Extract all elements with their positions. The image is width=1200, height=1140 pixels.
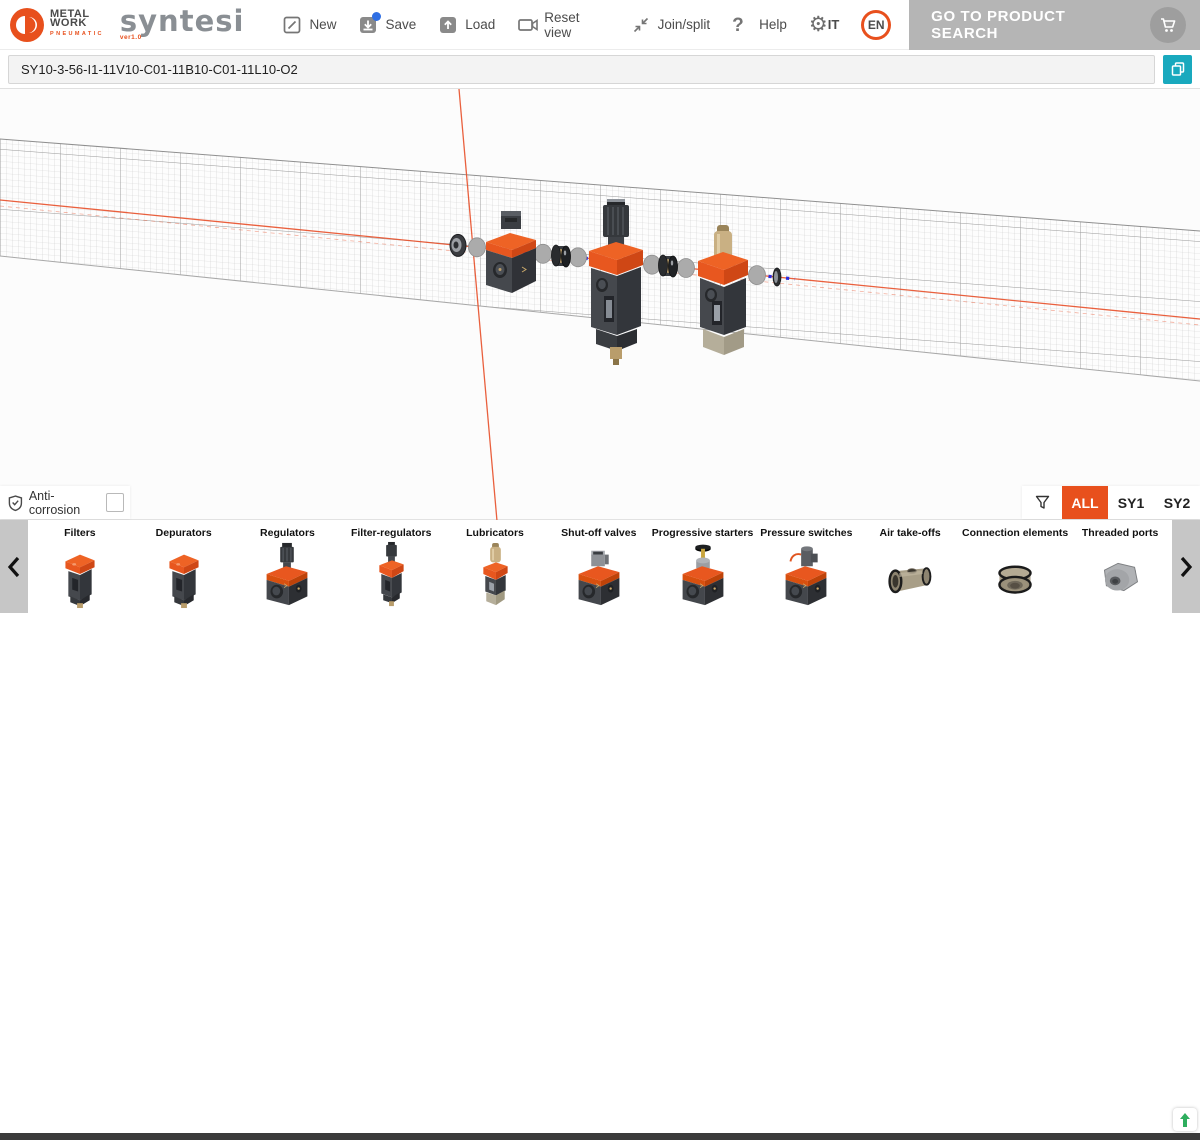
carousel-item-air-take-offs[interactable]: Air take-offs — [858, 520, 962, 613]
cart-icon — [1150, 7, 1186, 43]
regulator-product-image — [253, 540, 321, 610]
anti-corrosion-checkbox[interactable] — [106, 493, 124, 512]
carousel-item-label: Pressure switches — [760, 527, 852, 539]
load-button[interactable]: Load — [438, 15, 495, 35]
gear-icon: ⚙ — [809, 15, 828, 35]
viewport-3d[interactable]: Anti-corrosion ALL SY1 SY2 — [0, 88, 1200, 520]
go-to-product-search-button[interactable]: GO TO PRODUCT SEARCH — [909, 0, 1200, 50]
threaded-port-product-image — [1086, 540, 1154, 610]
anti-corrosion-label: Anti-corrosion — [29, 489, 100, 517]
filter-regulator-product-image — [357, 540, 425, 610]
new-label: New — [309, 17, 336, 32]
carousel-item-depurators[interactable]: Depurators — [132, 520, 236, 613]
carousel-item-label: Threaded ports — [1082, 527, 1158, 539]
help-button[interactable]: ? Help — [732, 15, 787, 35]
load-label: Load — [465, 17, 495, 32]
clamp-3d-2[interactable] — [659, 255, 678, 277]
carousel-items: Filters Depurators Regulators Filter-reg… — [28, 520, 1172, 613]
help-label: Help — [759, 17, 787, 32]
tab-sy1[interactable]: SY1 — [1108, 486, 1154, 519]
brand-logo: METAL WORK PNEUMATIC syntesi ver1.0 — [0, 8, 244, 42]
shut-off-valve-product-image — [565, 540, 633, 610]
product-carousel: Filters Depurators Regulators Filter-reg… — [0, 520, 1200, 620]
go-to-product-search-label: GO TO PRODUCT SEARCH — [931, 8, 1136, 42]
funnel-icon — [1035, 495, 1050, 510]
carousel-prev-button[interactable] — [0, 520, 28, 613]
copy-icon — [1170, 61, 1186, 77]
save-label: Save — [385, 17, 416, 32]
bottom-bar — [0, 1133, 1200, 1140]
brand-sub: PNEUMATIC — [50, 30, 104, 39]
language-it-button[interactable]: IT — [828, 17, 840, 32]
carousel-next-button[interactable] — [1172, 520, 1200, 613]
filter-button[interactable] — [1022, 486, 1062, 519]
connection-element-product-image — [981, 540, 1049, 610]
carousel-item-connection-elements[interactable]: Connection elements — [962, 520, 1068, 613]
carousel-item-threaded-ports[interactable]: Threaded ports — [1068, 520, 1172, 613]
lubricator-product-image — [461, 540, 529, 610]
configuration-code-field[interactable]: SY10-3-56-I1-11V10-C01-11B10-C01-11L10-O… — [8, 55, 1155, 84]
progressive-starter-product-image — [669, 540, 737, 610]
shield-check-icon — [8, 494, 23, 512]
carousel-item-lubricators[interactable]: Lubricators — [443, 520, 547, 613]
clamp-3d[interactable] — [552, 245, 571, 267]
tab-all[interactable]: ALL — [1062, 486, 1108, 519]
action-toolbar: New Save Load — [282, 10, 827, 40]
metalwork-logo-icon — [10, 8, 44, 42]
brand-line2: WORK — [50, 19, 104, 28]
pressure-switch-product-image — [772, 540, 840, 610]
carousel-item-label: Air take-offs — [880, 527, 941, 539]
language-en-button[interactable]: EN — [861, 10, 891, 40]
anti-corrosion-panel: Anti-corrosion — [0, 486, 130, 519]
scroll-to-top-button[interactable] — [1173, 1108, 1197, 1131]
join-split-label: Join/split — [658, 17, 711, 32]
carousel-item-label: Filter-regulators — [351, 527, 432, 539]
chevron-right-icon — [1179, 556, 1193, 578]
carousel-item-filters[interactable]: Filters — [28, 520, 132, 613]
carousel-item-label: Shut-off valves — [561, 527, 636, 539]
carousel-item-label: Lubricators — [466, 527, 524, 539]
carousel-item-shut-off-valves[interactable]: Shut-off valves — [547, 520, 651, 613]
carousel-item-label: Regulators — [260, 527, 315, 539]
tab-sy2[interactable]: SY2 — [1154, 486, 1200, 519]
carousel-item-filter-regulators[interactable]: Filter-regulators — [339, 520, 443, 613]
chevron-left-icon — [7, 556, 21, 578]
reset-view-icon — [517, 15, 537, 35]
save-button[interactable]: Save — [358, 15, 416, 35]
series-filter-panel: ALL SY1 SY2 — [1022, 486, 1200, 519]
green-up-arrow-icon — [1179, 1113, 1191, 1127]
carousel-item-progressive-starters[interactable]: Progressive starters — [651, 520, 755, 613]
top-toolbar: METAL WORK PNEUMATIC syntesi ver1.0 New — [0, 0, 1200, 50]
carousel-item-regulators[interactable]: Regulators — [236, 520, 340, 613]
metalwork-wordmark: METAL WORK PNEUMATIC — [50, 10, 104, 39]
depurator-product-image — [150, 540, 218, 610]
viewport-3d-scene[interactable] — [0, 89, 1200, 521]
join-split-icon — [631, 15, 651, 35]
load-icon — [438, 15, 458, 35]
end-cap-left-3d[interactable] — [450, 234, 466, 256]
new-button[interactable]: New — [282, 15, 336, 35]
carousel-item-label: Progressive starters — [652, 527, 754, 539]
new-icon — [282, 15, 302, 35]
reset-view-button[interactable]: Reset view — [517, 10, 608, 40]
carousel-item-label: Depurators — [156, 527, 212, 539]
save-notification-badge — [372, 12, 381, 21]
filter-product-image — [46, 540, 114, 610]
carousel-item-label: Connection elements — [962, 527, 1068, 539]
join-split-button[interactable]: Join/split — [631, 15, 711, 35]
product-name: syntesi — [120, 8, 245, 34]
copy-code-button[interactable] — [1163, 55, 1192, 84]
syntesi-wordmark: syntesi ver1.0 — [120, 8, 245, 41]
settings-button[interactable]: ⚙ — [809, 15, 828, 35]
save-icon — [358, 15, 378, 35]
configuration-code-bar: SY10-3-56-I1-11V10-C01-11B10-C01-11L10-O… — [0, 50, 1200, 88]
reset-view-label: Reset view — [544, 10, 608, 40]
carousel-item-label: Filters — [64, 527, 96, 539]
carousel-item-pressure-switches[interactable]: Pressure switches — [754, 520, 858, 613]
end-cap-right-3d[interactable] — [773, 268, 781, 286]
help-icon: ? — [732, 15, 752, 35]
air-take-off-product-image — [876, 540, 944, 610]
header-right: IT EN GO TO PRODUCT SEARCH — [828, 0, 1200, 50]
